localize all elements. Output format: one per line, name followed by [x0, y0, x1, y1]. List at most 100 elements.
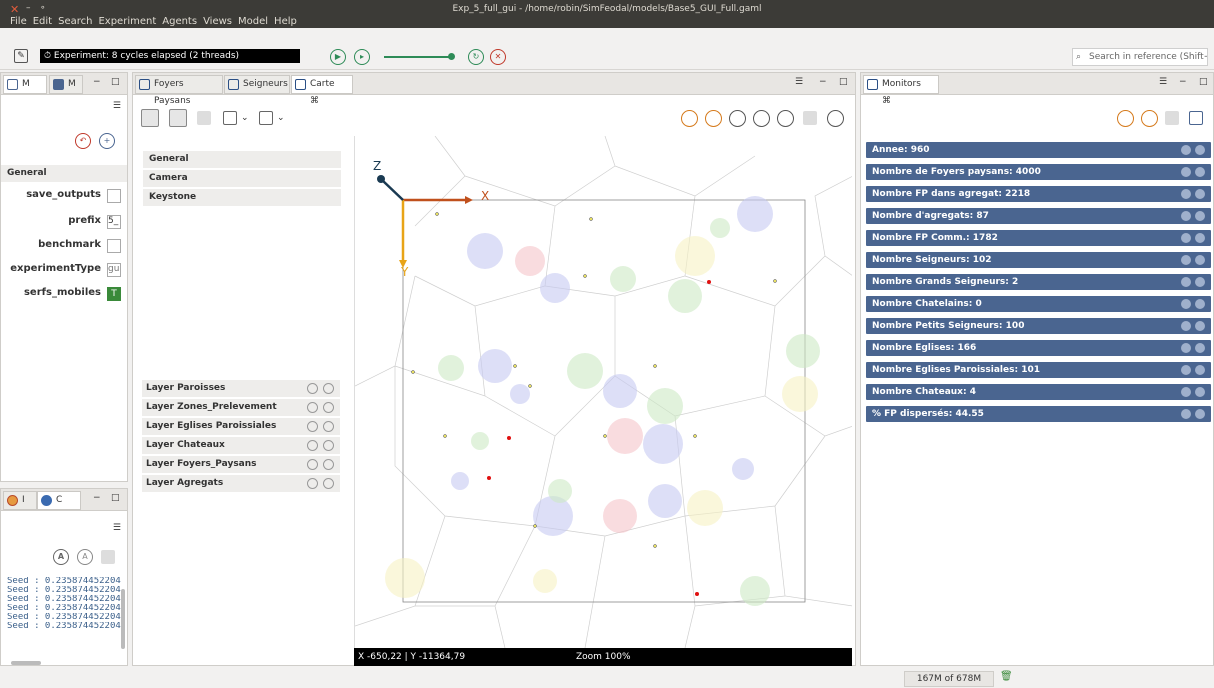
close-icon[interactable] [1195, 299, 1205, 309]
zoom-fit-icon[interactable] [753, 110, 770, 127]
monitor-foyers-paysans[interactable]: Nombre de Foyers paysans: 4000 [866, 164, 1211, 180]
layer-toggle-icon[interactable] [323, 402, 334, 413]
pause-icon[interactable] [1181, 189, 1191, 199]
layer-chateaux[interactable]: Layer Chateaux [142, 437, 340, 454]
clear-console-icon[interactable] [101, 550, 115, 564]
layer-toggle-icon[interactable] [323, 459, 334, 470]
tab-seigneurs[interactable]: Seigneurs [224, 75, 290, 94]
monitor-grands-seigneurs[interactable]: Nombre Grands Seigneurs: 2 [866, 274, 1211, 290]
layer-foyers-paysans[interactable]: Layer Foyers_Paysans [142, 456, 340, 473]
run-icon[interactable]: ▶ [330, 49, 346, 65]
layer-eglises-paroissiales[interactable]: Layer Eglises Paroissiales [142, 418, 340, 435]
monitor-agregats[interactable]: Nombre d'agregats: 87 [866, 208, 1211, 224]
minimize-icon[interactable]: − [93, 77, 101, 87]
sync-icon[interactable] [705, 110, 722, 127]
param-select-experimenttype[interactable]: gu [107, 263, 121, 277]
close-icon[interactable] [1195, 343, 1205, 353]
pause-monitors-icon[interactable] [1117, 110, 1134, 127]
map-canvas[interactable]: X Y Z [354, 136, 852, 648]
monitor-annee[interactable]: Annee: 960 [866, 142, 1211, 158]
tab-foyers-paysans[interactable]: Foyers Paysans [135, 75, 223, 106]
pause-display-icon[interactable] [681, 110, 698, 127]
pause-icon[interactable] [1181, 387, 1191, 397]
pause-icon[interactable] [1181, 409, 1191, 419]
pause-icon[interactable] [1181, 365, 1191, 375]
menu-help[interactable]: Help [274, 16, 297, 27]
font-icon[interactable]: A [53, 549, 69, 565]
minimize-icon[interactable]: − [819, 77, 827, 87]
monitor-chatelains[interactable]: Nombre Chatelains: 0 [866, 296, 1211, 312]
close-experiment-icon[interactable]: ✕ [490, 49, 506, 65]
speed-slider[interactable] [384, 56, 452, 58]
snapshot-placeholder-icon[interactable] [197, 111, 211, 125]
console-hscrollbar[interactable] [11, 661, 41, 665]
close-icon[interactable] [1195, 233, 1205, 243]
view-menu-icon[interactable]: ☰ [113, 523, 121, 533]
display-section-general[interactable]: General [143, 151, 341, 168]
pause-icon[interactable] [1181, 211, 1191, 221]
placeholder-icon[interactable] [1165, 111, 1179, 125]
layer-add-icon[interactable] [307, 459, 318, 470]
layer-add-icon[interactable] [307, 478, 318, 489]
monitor-petits-seigneurs[interactable]: Nombre Petits Seigneurs: 100 [866, 318, 1211, 334]
pause-icon[interactable] [1181, 167, 1191, 177]
monitor-fp-agregat[interactable]: Nombre FP dans agregat: 2218 [866, 186, 1211, 202]
zoom-in-icon[interactable] [729, 110, 746, 127]
edit-icon[interactable]: ✎ [14, 49, 28, 63]
zoom-out-icon[interactable] [777, 110, 794, 127]
close-icon[interactable] [1195, 387, 1205, 397]
monitor-fp-disperses[interactable]: % FP dispersés: 44.55 [866, 406, 1211, 422]
maximize-icon[interactable]: □ [839, 77, 848, 87]
snapshot-icon[interactable] [827, 110, 844, 127]
chevron-down-icon[interactable]: ⌄ [277, 113, 285, 123]
pause-icon[interactable] [1181, 343, 1191, 353]
layer-zones-prelevement[interactable]: Layer Zones_Prelevement [142, 399, 340, 416]
monitor-display-icon[interactable] [1189, 111, 1203, 125]
close-icon[interactable] [1195, 255, 1205, 265]
placeholder-icon[interactable] [803, 111, 817, 125]
close-icon[interactable] [1195, 189, 1205, 199]
menu-experiment[interactable]: Experiment [98, 16, 156, 27]
toggle-overlay-icon[interactable] [169, 109, 187, 127]
reload-icon[interactable]: ↻ [468, 49, 484, 65]
monitor-fp-comm[interactable]: Nombre FP Comm.: 1782 [866, 230, 1211, 246]
search-reference-input[interactable]: ⌕ Search in reference (Shift+C [1072, 48, 1208, 66]
tab-monitors[interactable]: Monitors ⌘ [863, 75, 939, 106]
param-checkbox-benchmark[interactable] [107, 239, 121, 253]
layer-agregats[interactable]: Layer Agregats [142, 475, 340, 492]
pause-icon[interactable] [1181, 145, 1191, 155]
tab-parameters[interactable]: M [3, 75, 47, 94]
layer-toggle-icon[interactable] [323, 421, 334, 432]
revert-icon[interactable]: ↶ [75, 133, 91, 149]
layer-paroisses[interactable]: Layer Paroisses [142, 380, 340, 397]
monitor-eglises[interactable]: Nombre Eglises: 166 [866, 340, 1211, 356]
menu-agents[interactable]: Agents [162, 16, 197, 27]
step-icon[interactable]: ▸ [354, 49, 370, 65]
agents-menu-icon[interactable] [223, 111, 237, 125]
menu-search[interactable]: Search [58, 16, 92, 27]
sync-monitors-icon[interactable] [1141, 110, 1158, 127]
tab-console[interactable]: C [37, 491, 81, 510]
view-menu-icon[interactable]: ☰ [795, 77, 803, 87]
close-icon[interactable] [1195, 277, 1205, 287]
pause-icon[interactable] [1181, 233, 1191, 243]
pause-icon[interactable] [1181, 321, 1191, 331]
close-icon[interactable] [1195, 365, 1205, 375]
monitor-chateaux[interactable]: Nombre Chateaux: 4 [866, 384, 1211, 400]
param-input-prefix[interactable]: 5_ [107, 215, 121, 229]
chevron-down-icon[interactable]: ⌄ [241, 113, 249, 123]
speed-slider-thumb[interactable] [448, 53, 455, 60]
layer-toggle-icon[interactable] [323, 478, 334, 489]
layer-add-icon[interactable] [307, 383, 318, 394]
close-icon[interactable] [1195, 409, 1205, 419]
layers-menu-icon[interactable] [259, 111, 273, 125]
font-size-icon[interactable]: A [77, 549, 93, 565]
layer-add-icon[interactable] [307, 402, 318, 413]
maximize-icon[interactable]: □ [1199, 77, 1208, 87]
tab-carte[interactable]: Carte ⌘ [291, 75, 353, 106]
menu-file[interactable]: File [10, 16, 27, 27]
close-icon[interactable] [1195, 167, 1205, 177]
param-toggle-serfs-mobiles[interactable]: T [107, 287, 121, 301]
params-section-general[interactable]: General [1, 165, 127, 182]
pause-icon[interactable] [1181, 299, 1191, 309]
